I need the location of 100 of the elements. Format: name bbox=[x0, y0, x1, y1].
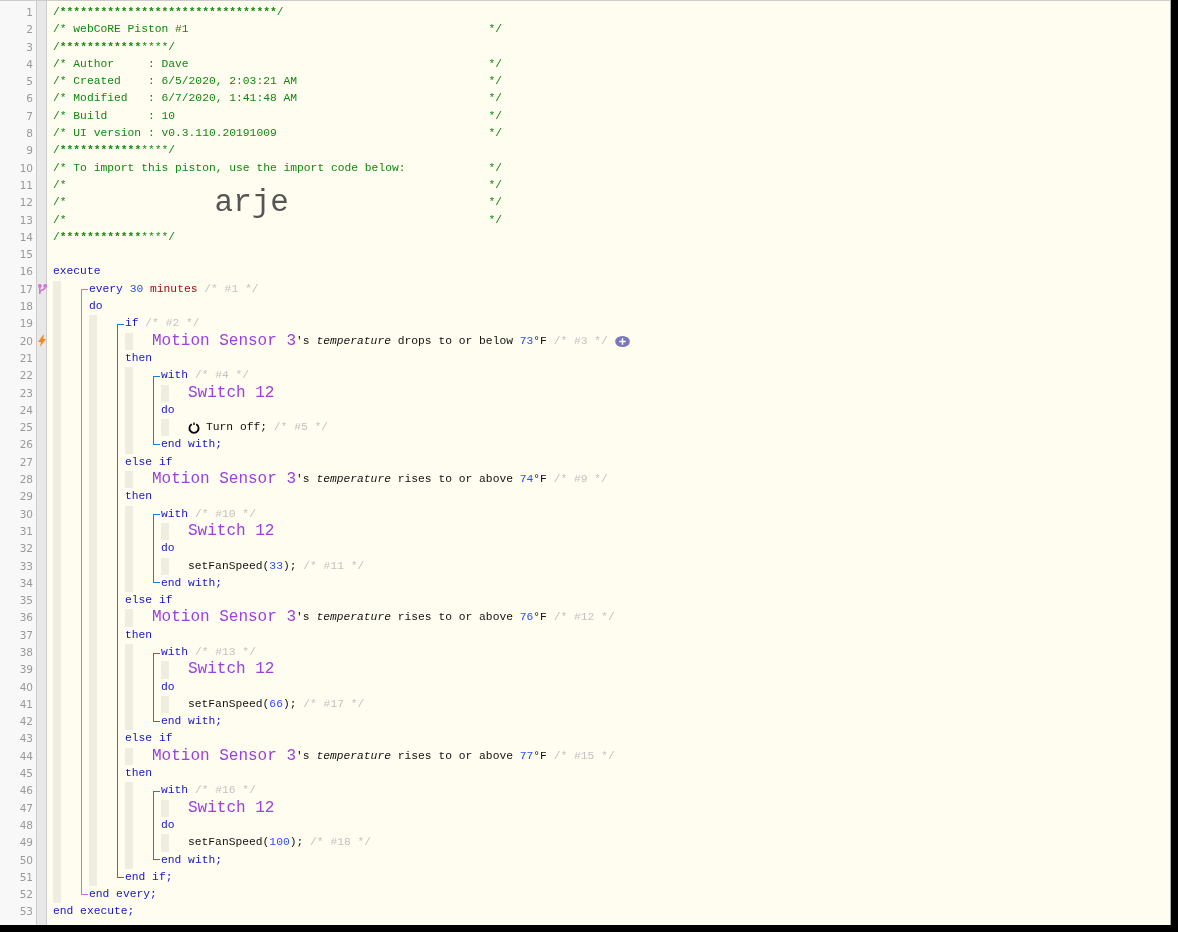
code-note: /* #5 */ bbox=[272, 420, 329, 436]
line-number: 50 bbox=[18, 852, 34, 868]
code-note: /* #2 */ bbox=[144, 316, 200, 332]
code-number: 73 bbox=[519, 333, 534, 349]
code-text: °F bbox=[533, 472, 547, 487]
line-number: 9 bbox=[25, 143, 34, 159]
code-comment: */ bbox=[488, 177, 502, 193]
attribute-name: temperature bbox=[316, 748, 391, 764]
code-keyword: do bbox=[161, 679, 175, 695]
attribute-name: temperature bbox=[316, 610, 391, 626]
line-number: 46 bbox=[18, 783, 34, 799]
line-number: 33 bbox=[18, 558, 34, 574]
line-number: 47 bbox=[18, 800, 34, 816]
code-keyword: end with; bbox=[161, 575, 222, 591]
lightning-icon bbox=[38, 335, 46, 348]
line-number: 32 bbox=[18, 541, 34, 557]
code-keyword: every bbox=[89, 281, 124, 297]
code-note: /* #3 */ bbox=[552, 333, 608, 349]
code-keyword: end if; bbox=[125, 869, 173, 885]
line-number: 7 bbox=[25, 108, 34, 124]
code-keyword: then bbox=[125, 766, 153, 782]
line-number: 27 bbox=[18, 454, 34, 470]
code-number: 30 bbox=[129, 281, 144, 297]
code-keyword: end execute; bbox=[53, 904, 135, 920]
line-number: 19 bbox=[18, 316, 34, 332]
code-comment: */ bbox=[488, 74, 502, 90]
code-comment: /* webCoRE Piston #1 bbox=[53, 22, 189, 38]
code-text: rises to or above bbox=[396, 610, 514, 626]
code-note: /* #18 */ bbox=[309, 835, 372, 851]
code-comment: /* To import this piston, use the import code below: bbox=[53, 160, 406, 176]
code-keyword: with bbox=[161, 645, 189, 660]
device-name: Motion Sensor 3 bbox=[152, 747, 297, 766]
code-comment: /****************/ bbox=[53, 143, 176, 159]
line-number: 21 bbox=[18, 350, 34, 366]
code-note: /* #12 */ bbox=[552, 610, 615, 626]
add-icon[interactable] bbox=[614, 335, 630, 347]
code-unit: minutes bbox=[149, 281, 198, 297]
line-number: 24 bbox=[18, 402, 34, 418]
code-keyword: end every; bbox=[89, 887, 157, 903]
code-comment: /****************/ bbox=[53, 39, 176, 55]
code-note: /* #11 */ bbox=[302, 558, 365, 574]
code-keyword: do bbox=[161, 541, 175, 557]
line-number: 22 bbox=[18, 368, 34, 384]
line-number: 41 bbox=[18, 696, 34, 712]
code-note: /* #17 */ bbox=[302, 696, 365, 712]
code-number: 74 bbox=[519, 472, 534, 487]
code-note: /* #4 */ bbox=[193, 368, 250, 384]
code-text: setFanSpeed( bbox=[188, 835, 270, 851]
code-comment: */ bbox=[488, 56, 502, 72]
import-code: arje bbox=[214, 185, 289, 220]
code-comment: */ bbox=[488, 212, 502, 228]
code-text: drops to or below bbox=[396, 333, 514, 349]
line-number: 37 bbox=[18, 627, 34, 643]
line-number: 11 bbox=[18, 177, 34, 193]
code-comment: /* bbox=[53, 195, 67, 211]
line-number: 35 bbox=[18, 593, 34, 609]
code-keyword: else if bbox=[125, 593, 173, 609]
device-name: Motion Sensor 3 bbox=[152, 471, 297, 489]
code-note: /* #13 */ bbox=[193, 645, 256, 660]
code-comment: /* bbox=[53, 177, 67, 193]
code-comment: */ bbox=[488, 108, 502, 124]
line-number: 12 bbox=[18, 195, 34, 211]
line-number: 44 bbox=[18, 748, 34, 764]
device-name: Switch 12 bbox=[188, 522, 275, 541]
code-note: /* #16 */ bbox=[193, 783, 256, 799]
code-keyword: with bbox=[161, 783, 189, 799]
code-comment: /* Author : Dave bbox=[53, 56, 189, 72]
code-keyword: then bbox=[125, 627, 153, 643]
code-keyword: with bbox=[161, 368, 189, 384]
code-text: 's bbox=[296, 333, 311, 349]
code-number: 77 bbox=[519, 748, 534, 764]
code-comment: /********************************/ bbox=[53, 5, 284, 20]
line-number: 5 bbox=[25, 74, 34, 90]
code-keyword: end with; bbox=[161, 714, 222, 730]
line-number: 29 bbox=[18, 489, 34, 505]
device-name: Motion Sensor 3 bbox=[152, 609, 297, 627]
line-number: 31 bbox=[18, 523, 34, 539]
line-number: 48 bbox=[18, 817, 34, 833]
line-number: 30 bbox=[18, 506, 34, 522]
line-number: 53 bbox=[18, 904, 34, 920]
line-number: 2 bbox=[25, 22, 34, 38]
code-comment: /* Modified : 6/7/2020, 1:41:48 AM bbox=[53, 91, 298, 107]
code-text: setFanSpeed( bbox=[188, 558, 270, 574]
line-number: 34 bbox=[18, 575, 34, 591]
line-number: 16 bbox=[18, 264, 34, 280]
code-text: rises to or above bbox=[396, 748, 514, 764]
line-number: 18 bbox=[18, 299, 34, 315]
line-number: 8 bbox=[25, 126, 34, 142]
code-comment: /****************/ bbox=[53, 229, 176, 245]
attribute-name: temperature bbox=[316, 333, 391, 349]
code-text: °F bbox=[533, 748, 547, 764]
branch-icon bbox=[37, 283, 47, 295]
code-text: °F bbox=[533, 610, 547, 626]
code-text: 's bbox=[296, 748, 311, 764]
code-comment: /* Created : 6/5/2020, 2:03:21 AM bbox=[53, 74, 298, 90]
line-number: 14 bbox=[18, 229, 34, 245]
line-number: 43 bbox=[18, 731, 34, 747]
device-name: Switch 12 bbox=[188, 384, 275, 402]
line-number: 6 bbox=[25, 91, 34, 107]
code-keyword: do bbox=[89, 299, 103, 315]
